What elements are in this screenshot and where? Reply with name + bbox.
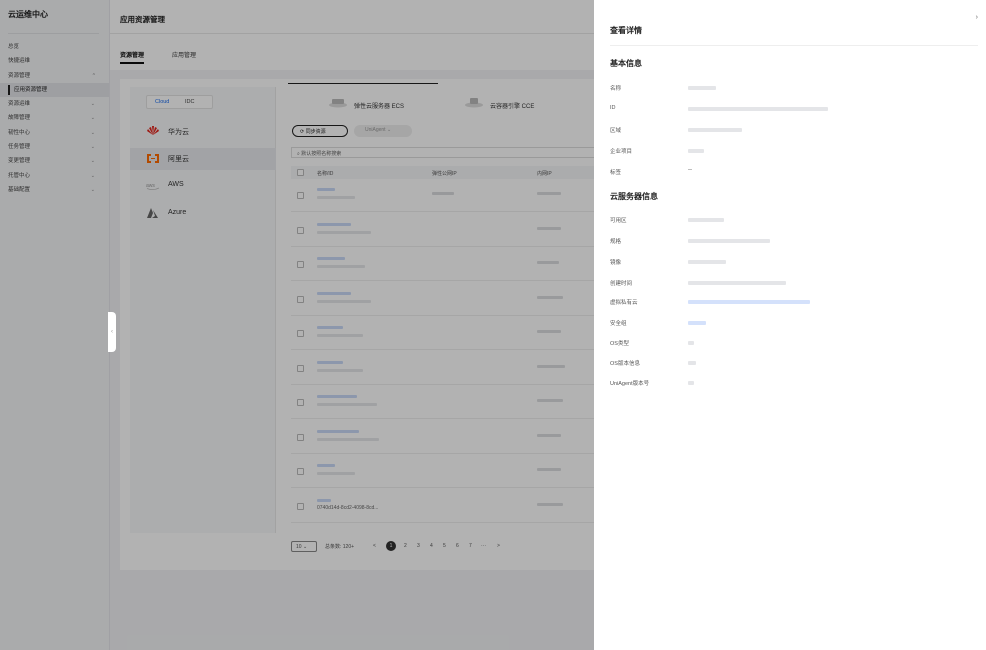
basic-field-label: ID xyxy=(610,105,616,111)
basic-field-label: 标签 xyxy=(610,170,622,176)
server-field-label: OS版本信息 xyxy=(610,361,640,367)
basic-field-label: 名称 xyxy=(610,86,622,92)
server-field-link[interactable] xyxy=(688,300,810,304)
server-field-label: 镜像 xyxy=(610,260,622,266)
server-info-heading: 云服务器信息 xyxy=(610,192,658,201)
basic-field-label: 区域 xyxy=(610,128,622,134)
server-field-value xyxy=(688,239,770,243)
server-field-label: 安全组 xyxy=(610,321,627,327)
server-field-value xyxy=(688,281,786,285)
modal-overlay[interactable] xyxy=(0,0,594,650)
sidebar-collapse-handle[interactable]: ‹ xyxy=(108,312,116,352)
server-field-label: 创建时间 xyxy=(610,281,633,287)
server-field-label: 规格 xyxy=(610,239,622,245)
server-field-label: 可用区 xyxy=(610,218,627,224)
basic-field-value xyxy=(688,128,742,132)
server-field-link[interactable] xyxy=(688,321,706,325)
server-field-value xyxy=(688,218,724,222)
drawer-close-icon[interactable]: › xyxy=(976,14,978,21)
detail-drawer: 查看详情 › 基本信息 名称 ID 区域企业项目标签 -- 云服务器信息 可用区规格镜… xyxy=(594,0,986,650)
server-field-value xyxy=(688,361,696,365)
basic-field-label: 企业项目 xyxy=(610,149,633,155)
tags-value: -- xyxy=(688,167,692,173)
drawer-divider xyxy=(610,45,978,46)
server-field-value xyxy=(688,381,694,385)
server-field-label: 虚拟私有云 xyxy=(610,300,638,306)
basic-field-value xyxy=(688,107,828,111)
basic-info-heading: 基本信息 xyxy=(610,59,642,68)
server-field-value xyxy=(688,341,694,345)
server-field-value xyxy=(688,260,726,264)
server-field-label: UniAgent版本号 xyxy=(610,381,650,387)
server-field-label: OS类型 xyxy=(610,341,629,347)
basic-field-value xyxy=(688,149,704,153)
basic-field-value xyxy=(688,86,716,90)
drawer-title: 查看详情 xyxy=(610,26,642,35)
